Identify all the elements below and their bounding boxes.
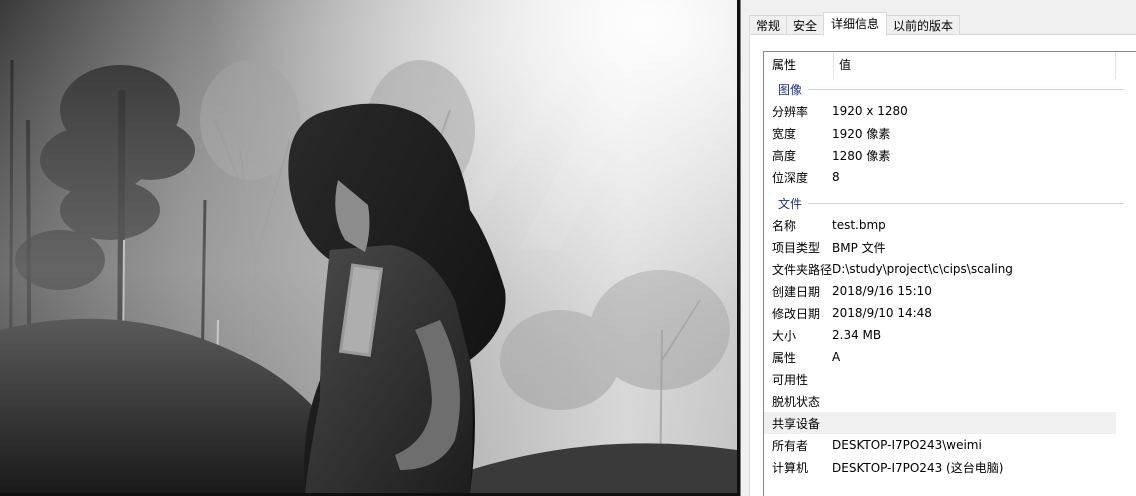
tab-details[interactable]: 详细信息 [823, 12, 888, 36]
property-value: 1920 x 1280 [832, 104, 908, 118]
property-value: BMP 文件 [832, 240, 886, 255]
properties-dialog: 常规 安全 详细信息 以前的版本 属性 值 图像 分辨率 1920 x 1280 [740, 0, 1136, 496]
row-attributes[interactable]: 属性 A [764, 346, 1116, 368]
property-name: 项目类型 [772, 240, 821, 255]
property-name: 共享设备 [772, 416, 821, 431]
property-value: 2018/9/16 15:10 [832, 284, 932, 298]
property-name: 位深度 [772, 170, 809, 185]
property-value: 1920 像素 [832, 126, 891, 141]
row-date-modified[interactable]: 修改日期 2018/9/10 14:48 [764, 302, 1116, 324]
row-owner[interactable]: 所有者 DESKTOP-I7PO243\weimi [764, 434, 1116, 456]
property-value: 2018/9/10 14:48 [832, 306, 932, 320]
tab-previous-versions[interactable]: 以前的版本 [886, 15, 961, 35]
row-date-created[interactable]: 创建日期 2018/9/16 15:10 [764, 280, 1116, 302]
property-value: 1280 像素 [832, 148, 891, 163]
property-name: 修改日期 [772, 306, 821, 321]
property-value: A [832, 350, 841, 364]
property-name: 所有者 [772, 438, 809, 453]
group-header-image: 图像 [764, 80, 1136, 98]
row-height[interactable]: 高度 1280 像素 [764, 144, 1116, 166]
property-name: 计算机 [772, 460, 809, 475]
property-name: 文件夹路径 [772, 262, 833, 277]
property-name: 名称 [772, 218, 797, 233]
row-width[interactable]: 宽度 1920 像素 [764, 122, 1116, 144]
property-name: 创建日期 [772, 284, 821, 299]
row-availability[interactable]: 可用性 [764, 368, 1116, 390]
property-name: 脱机状态 [772, 394, 821, 409]
property-name: 高度 [772, 148, 797, 163]
property-name: 大小 [772, 328, 797, 343]
property-name: 分辨率 [772, 104, 809, 119]
property-value: DESKTOP-I7PO243 (这台电脑) [832, 460, 1004, 475]
property-value: 2.34 MB [832, 328, 882, 342]
row-bit-depth[interactable]: 位深度 8 [764, 166, 1116, 188]
tab-strip: 常规 安全 详细信息 以前的版本 [749, 12, 961, 36]
row-resolution[interactable]: 分辨率 1920 x 1280 [764, 100, 1116, 122]
column-header-property[interactable]: 属性 [764, 52, 834, 79]
group-divider [808, 88, 1124, 90]
tab-security[interactable]: 安全 [786, 15, 825, 35]
row-computer[interactable]: 计算机 DESKTOP-I7PO243 (这台电脑) [764, 456, 1116, 478]
property-name: 可用性 [772, 372, 809, 387]
property-name: 属性 [772, 350, 797, 365]
property-value: test.bmp [832, 218, 886, 232]
property-list[interactable]: 属性 值 图像 分辨率 1920 x 1280 宽度 1920 像素 高度 12… [763, 51, 1136, 496]
group-label: 图像 [778, 82, 803, 97]
image-viewer [0, 0, 740, 496]
property-name: 宽度 [772, 126, 797, 141]
tab-general[interactable]: 常规 [749, 15, 788, 35]
group-divider [808, 202, 1124, 204]
column-header-value[interactable]: 值 [834, 52, 1116, 79]
row-item-type[interactable]: 项目类型 BMP 文件 [764, 236, 1116, 258]
row-file-name[interactable]: 名称 test.bmp [764, 214, 1116, 236]
property-value: DESKTOP-I7PO243\weimi [832, 438, 982, 452]
row-size[interactable]: 大小 2.34 MB [764, 324, 1116, 346]
property-value: D:\study\project\c\cips\scaling [832, 262, 1013, 276]
group-header-file: 文件 [764, 194, 1136, 212]
row-folder-path[interactable]: 文件夹路径 D:\study\project\c\cips\scaling [764, 258, 1116, 280]
screen: 常规 安全 详细信息 以前的版本 属性 值 图像 分辨率 1920 x 1280 [0, 0, 1136, 496]
details-panel: 属性 值 图像 分辨率 1920 x 1280 宽度 1920 像素 高度 12… [749, 34, 1136, 496]
property-value: 8 [832, 170, 840, 184]
group-label: 文件 [778, 196, 803, 211]
list-header: 属性 值 [764, 52, 1136, 79]
row-offline-status[interactable]: 脱机状态 [764, 390, 1116, 412]
row-shared-with[interactable]: 共享设备 [764, 412, 1116, 434]
grayscale-photo [0, 0, 737, 493]
